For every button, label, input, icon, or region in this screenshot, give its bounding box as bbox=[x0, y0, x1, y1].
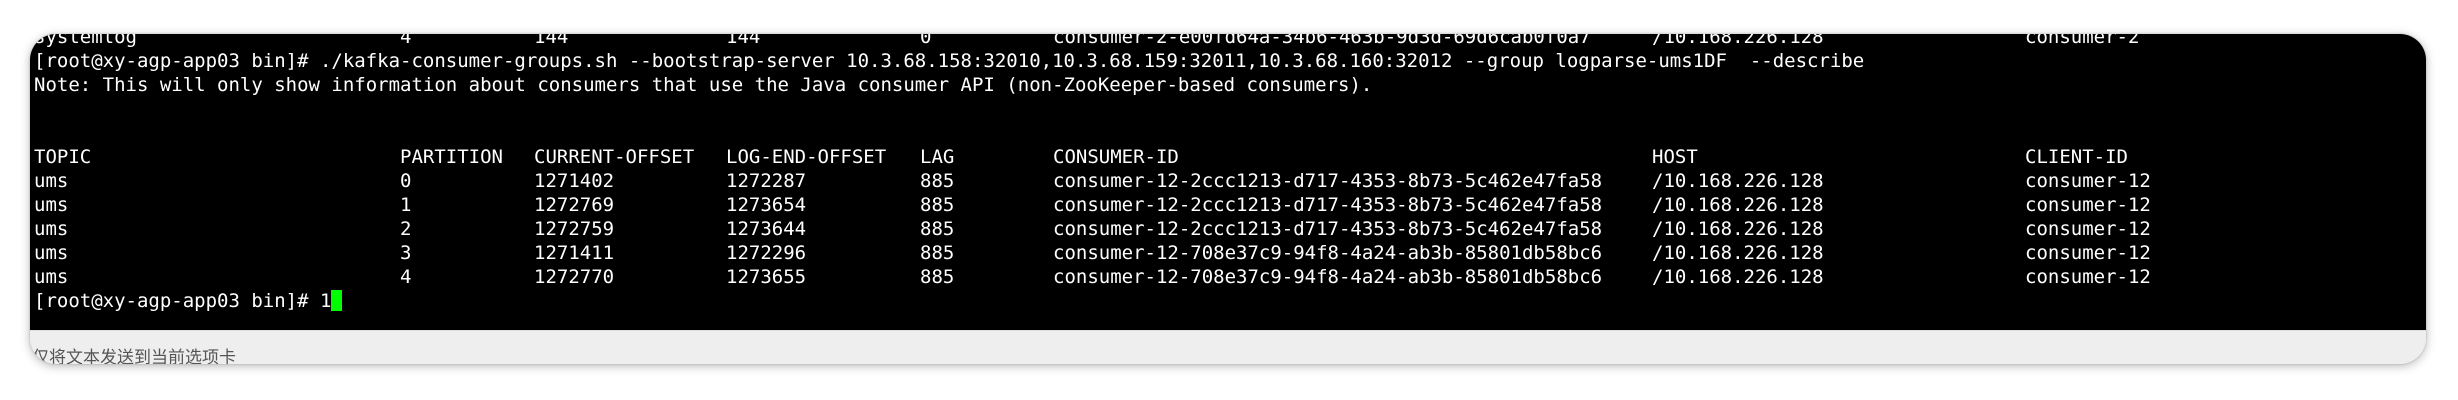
prev-consumer-id: consumer-2-e00fd64a-34b6-463b-9d3d-69d6c… bbox=[1053, 34, 1591, 48]
row-log-end-offset: 1272287 bbox=[726, 170, 807, 192]
table-header-row: TOPIC PARTITION CURRENT-OFFSET LOG-END-O… bbox=[30, 145, 2426, 169]
row-host: /10.168.226.128 bbox=[1652, 266, 1824, 288]
row-lag: 885 bbox=[920, 242, 955, 264]
header-current-offset: CURRENT-OFFSET bbox=[534, 146, 695, 168]
row-host: /10.168.226.128 bbox=[1652, 242, 1824, 264]
row-lag: 885 bbox=[920, 218, 955, 240]
row-topic: ums bbox=[34, 266, 69, 288]
row-client-id: consumer-12 bbox=[2025, 170, 2151, 192]
row-host: /10.168.226.128 bbox=[1652, 194, 1824, 216]
prev-log-end-offset: 144 bbox=[726, 34, 761, 48]
row-topic: ums bbox=[34, 194, 69, 216]
terminal-output[interactable]: systemlog 4 144 144 0 consumer-2-e00fd64… bbox=[30, 34, 2426, 330]
row-host: /10.168.226.128 bbox=[1652, 170, 1824, 192]
header-client-id: CLIENT-ID bbox=[2025, 146, 2128, 168]
row-topic: ums bbox=[34, 170, 69, 192]
row-client-id: consumer-12 bbox=[2025, 266, 2151, 288]
previous-output-row: systemlog 4 144 144 0 consumer-2-e00fd64… bbox=[30, 34, 2426, 49]
row-lag: 885 bbox=[920, 170, 955, 192]
row-host: /10.168.226.128 bbox=[1652, 218, 1824, 240]
typed-input[interactable]: 1 bbox=[320, 290, 331, 312]
row-client-id: consumer-12 bbox=[2025, 194, 2151, 216]
row-consumer-id: consumer-12-2ccc1213-d717-4353-8b73-5c46… bbox=[1053, 170, 1603, 192]
prev-partition: 4 bbox=[400, 34, 412, 48]
row-partition: 4 bbox=[400, 266, 412, 288]
send-to-current-tab-label: 仅将文本发送到当前选项卡 bbox=[32, 348, 236, 364]
prev-topic: systemlog bbox=[34, 34, 137, 48]
row-lag: 885 bbox=[920, 266, 955, 288]
row-consumer-id: consumer-12-2ccc1213-d717-4353-8b73-5c46… bbox=[1053, 218, 1603, 240]
row-consumer-id: consumer-12-708e37c9-94f8-4a24-ab3b-8580… bbox=[1053, 242, 1603, 264]
row-current-offset: 1271402 bbox=[534, 170, 615, 192]
header-partition: PARTITION bbox=[400, 146, 503, 168]
command-line: [root@xy-agp-app03 bin]# ./kafka-consume… bbox=[34, 50, 1865, 72]
note-line: Note: This will only show information ab… bbox=[34, 74, 1373, 96]
row-partition: 0 bbox=[400, 170, 412, 192]
table-row: ums 0 1271402 1272287 885 consumer-12-2c… bbox=[30, 169, 2426, 193]
row-client-id: consumer-12 bbox=[2025, 242, 2151, 264]
table-row: ums 3 1271411 1272296 885 consumer-12-70… bbox=[30, 241, 2426, 265]
terminal-cursor bbox=[331, 290, 343, 311]
header-lag: LAG bbox=[920, 146, 955, 168]
row-log-end-offset: 1273655 bbox=[726, 266, 807, 288]
row-consumer-id: consumer-12-2ccc1213-d717-4353-8b73-5c46… bbox=[1053, 194, 1603, 216]
shell-prompt: [root@xy-agp-app03 bin]# bbox=[34, 290, 320, 312]
table-row: ums 4 1272770 1273655 885 consumer-12-70… bbox=[30, 265, 2426, 289]
header-host: HOST bbox=[1652, 146, 1698, 168]
prev-lag: 0 bbox=[920, 34, 932, 48]
header-consumer-id: CONSUMER-ID bbox=[1053, 146, 1179, 168]
header-topic: TOPIC bbox=[34, 146, 92, 168]
row-log-end-offset: 1273654 bbox=[726, 194, 807, 216]
row-topic: ums bbox=[34, 218, 69, 240]
prev-client-id: consumer-2 bbox=[2025, 34, 2140, 48]
row-current-offset: 1272769 bbox=[534, 194, 615, 216]
terminal-window: systemlog 4 144 144 0 consumer-2-e00fd64… bbox=[30, 34, 2426, 364]
send-text-bar[interactable]: 仅将文本发送到当前选项卡 bbox=[30, 330, 2426, 364]
row-lag: 885 bbox=[920, 194, 955, 216]
row-partition: 2 bbox=[400, 218, 412, 240]
row-current-offset: 1271411 bbox=[534, 242, 615, 264]
row-partition: 1 bbox=[400, 194, 412, 216]
prompt-line[interactable]: [root@xy-agp-app03 bin]# 1 bbox=[34, 289, 343, 313]
prev-current-offset: 144 bbox=[534, 34, 569, 48]
row-current-offset: 1272770 bbox=[534, 266, 615, 288]
table-row: ums 2 1272759 1273644 885 consumer-12-2c… bbox=[30, 217, 2426, 241]
header-log-end-offset: LOG-END-OFFSET bbox=[726, 146, 887, 168]
row-consumer-id: consumer-12-708e37c9-94f8-4a24-ab3b-8580… bbox=[1053, 266, 1603, 288]
prev-host: /10.168.226.128 bbox=[1652, 34, 1824, 48]
row-current-offset: 1272759 bbox=[534, 218, 615, 240]
row-log-end-offset: 1273644 bbox=[726, 218, 807, 240]
row-partition: 3 bbox=[400, 242, 412, 264]
screenshot-page: systemlog 4 144 144 0 consumer-2-e00fd64… bbox=[0, 0, 2458, 400]
row-topic: ums bbox=[34, 242, 69, 264]
table-row: ums 1 1272769 1273654 885 consumer-12-2c… bbox=[30, 193, 2426, 217]
row-client-id: consumer-12 bbox=[2025, 218, 2151, 240]
row-log-end-offset: 1272296 bbox=[726, 242, 807, 264]
